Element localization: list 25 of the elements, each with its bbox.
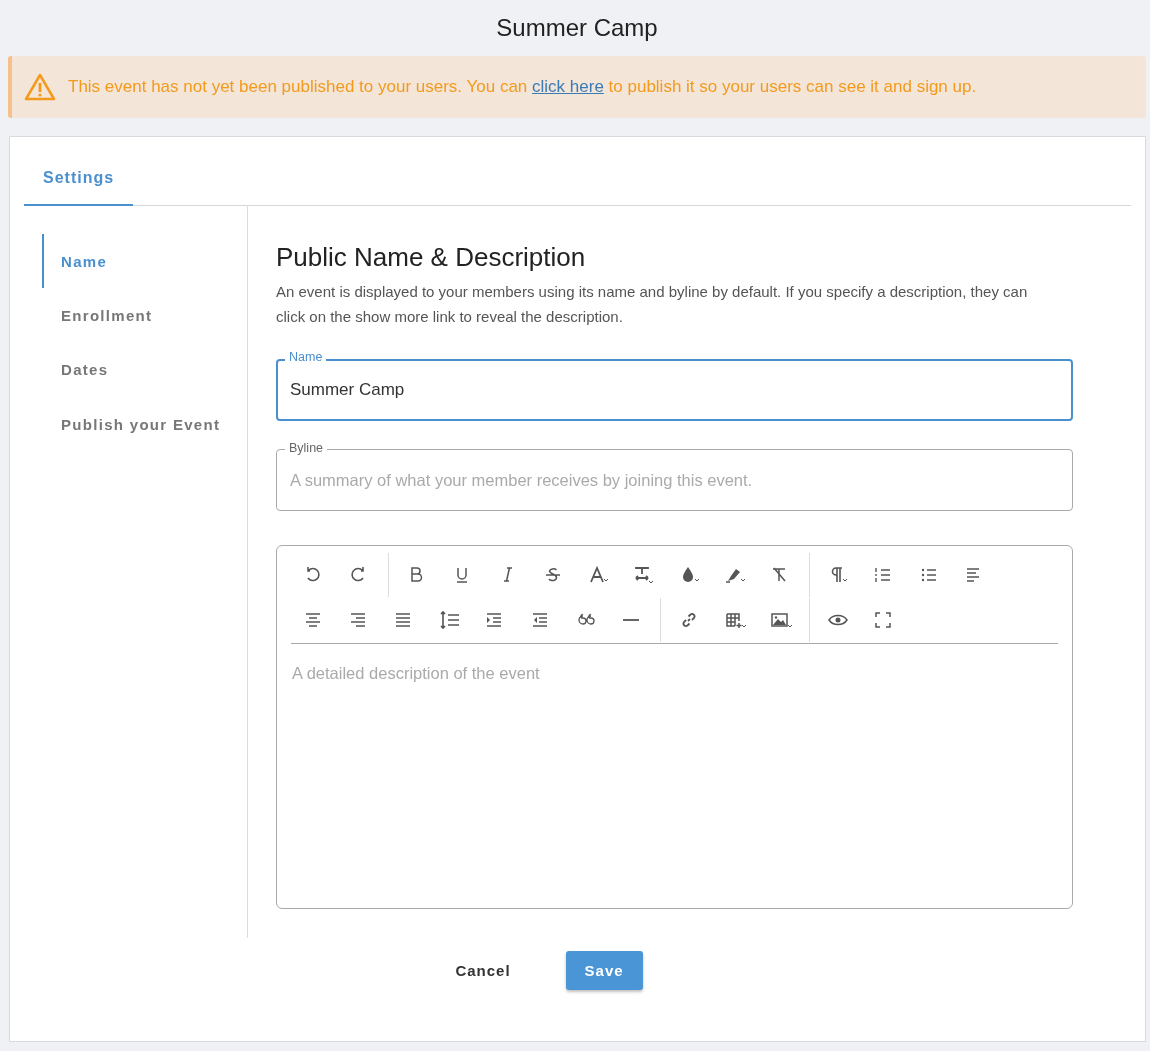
italic-icon [503,567,514,582]
rich-text-editor[interactable]: A detailed description of the event [276,545,1073,909]
field-label: Byline [285,440,328,456]
sidebar-item[interactable]: Dates [42,342,247,397]
sidebar-item[interactable]: Enrollment [42,288,247,343]
table-icon [724,610,747,630]
settings-tab[interactable]: Settings [24,169,134,206]
font-size-icon [588,564,611,585]
publish-link[interactable]: click here [532,77,604,96]
cancel-button[interactable]: Cancel [436,951,530,990]
sidebar-item[interactable]: Publish your Event [42,397,247,452]
horizontal-rule-icon [623,618,640,622]
field-value: Summer Camp [290,380,405,400]
publish-warning-message: This event has not yet been published to your users. You can click here to publish it so your users can see it and sign up. [68,77,977,97]
save-button[interactable]: Save [565,951,643,990]
sidebar-item[interactable]: Name [42,234,247,288]
page-title: Summer Camp [496,13,658,43]
editor-placeholder: A detailed description of the event [292,664,540,683]
section-title: Public Name & Description [276,242,586,273]
field-placeholder: A summary of what your member receives by joining this event. [290,470,753,490]
line-height-icon [438,610,461,630]
image-icon [769,610,792,630]
text-width-icon [633,564,656,585]
section-description: An event is displayed to your members using its name and byline by default. If you specify a description, they can click on the show more link to reveal the description. [276,282,1029,327]
warning-icon [24,72,56,102]
